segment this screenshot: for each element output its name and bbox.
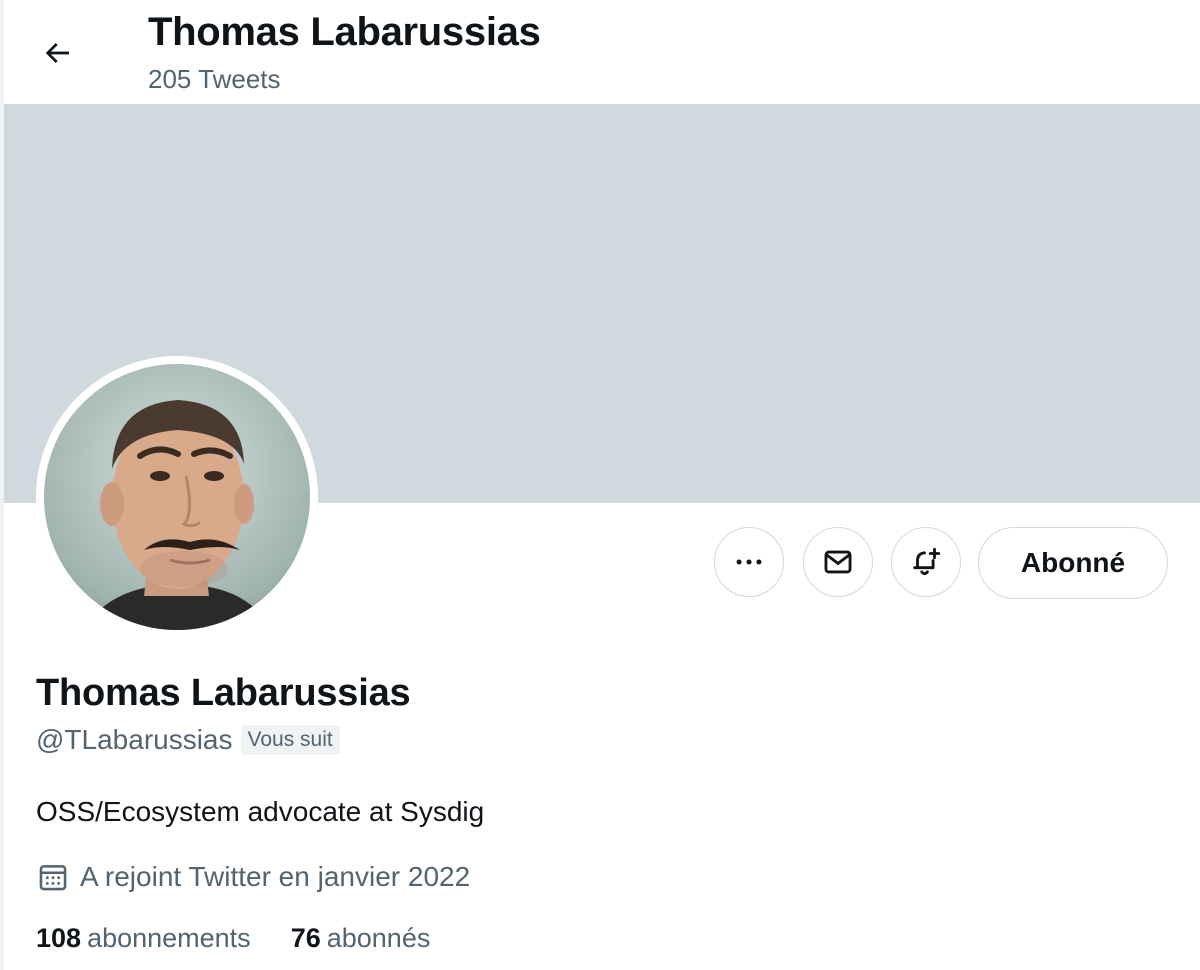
tweet-count: 205 Tweets bbox=[148, 64, 281, 94]
follow-stats: 108 abonnements 76 abonnés bbox=[36, 923, 470, 954]
calendar-icon bbox=[39, 865, 67, 891]
header-title: Thomas Labarussias bbox=[148, 10, 541, 54]
following-count: 108 bbox=[36, 923, 82, 953]
profile-bio: OSS/Ecosystem advocate at Sysdig bbox=[36, 796, 485, 827]
arrow-left-icon bbox=[45, 43, 69, 63]
follows-you-badge: Vous suit bbox=[240, 725, 340, 755]
top-bar: Thomas Labarussias 205 Tweets bbox=[4, 0, 1200, 104]
message-button[interactable] bbox=[803, 527, 873, 597]
joined-row: A rejoint Twitter en janvier 2022 bbox=[36, 860, 470, 894]
following-label: abonnements bbox=[87, 923, 251, 953]
followers-link[interactable]: 76 abonnés bbox=[291, 923, 431, 954]
envelope-icon bbox=[824, 550, 852, 574]
ellipsis-icon bbox=[736, 559, 762, 565]
profile-handle: @TLabarussias bbox=[36, 724, 233, 755]
back-button[interactable] bbox=[34, 30, 80, 76]
profile-actions: Abonné bbox=[0, 527, 1200, 599]
profile-name: Thomas Labarussias bbox=[36, 672, 411, 714]
following-button[interactable]: Abonné bbox=[978, 527, 1168, 599]
joined-date: A rejoint Twitter en janvier 2022 bbox=[80, 861, 471, 892]
more-button[interactable] bbox=[714, 527, 784, 597]
followers-label: abonnés bbox=[326, 923, 431, 953]
followers-count: 76 bbox=[290, 923, 321, 953]
bell-plus-icon bbox=[913, 547, 941, 576]
handle-row: @TLabarussias Vous suit bbox=[36, 724, 340, 756]
notify-button[interactable] bbox=[891, 527, 961, 597]
following-link[interactable]: 108 abonnements bbox=[36, 923, 251, 954]
